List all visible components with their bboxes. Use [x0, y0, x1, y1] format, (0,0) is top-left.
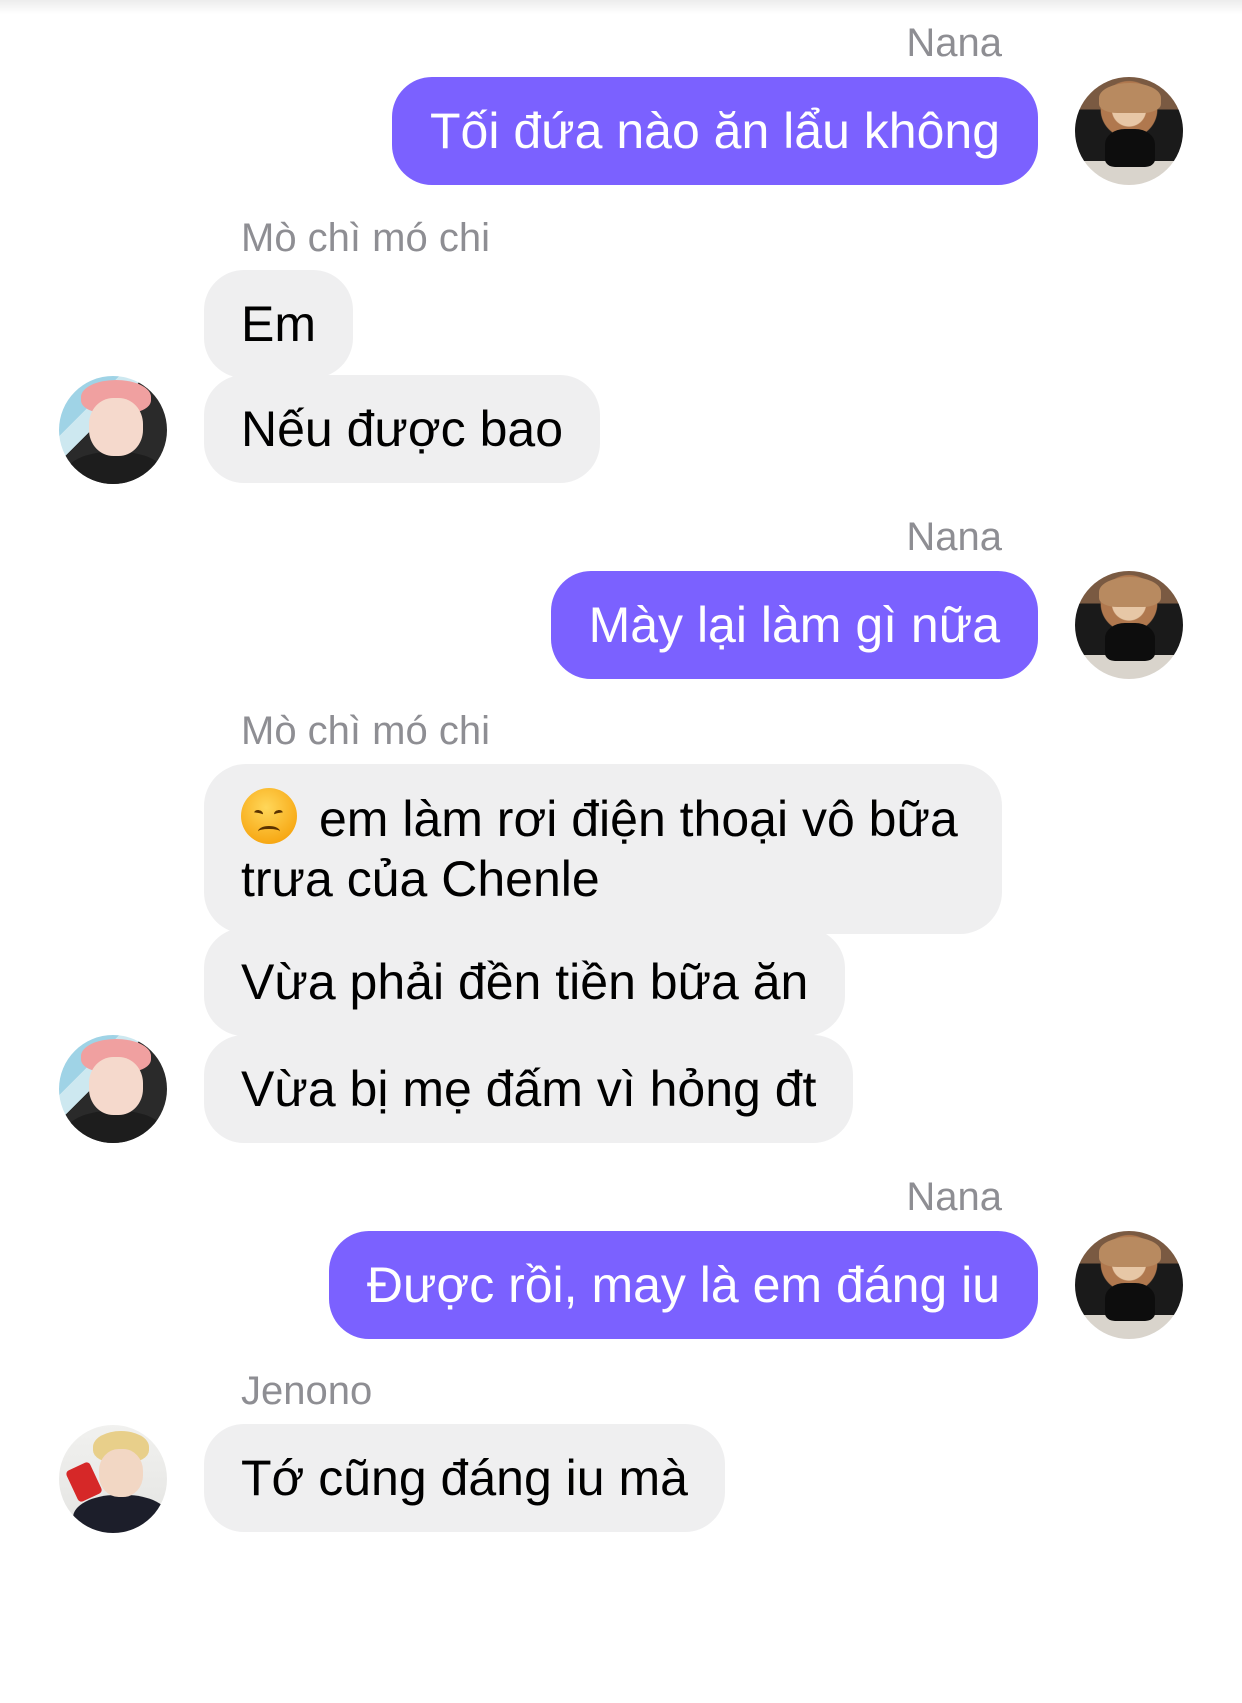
avatar-nana[interactable]	[1075, 1231, 1183, 1339]
sender-name-jenono: Jenono	[241, 1369, 373, 1413]
avatar-body	[65, 1111, 165, 1143]
message-bubble-incoming[interactable]: Vừa phải đền tiền bữa ăn	[204, 928, 846, 1036]
message-bubble-incoming[interactable]: Em	[204, 270, 353, 378]
avatar-hair	[1099, 83, 1161, 113]
avatar-body	[73, 1495, 167, 1533]
top-edge-shade	[0, 0, 1242, 14]
message-bubble-incoming[interactable]: Nếu được bao	[204, 375, 600, 483]
avatar-nana[interactable]	[1075, 571, 1183, 679]
message-bubble-outgoing[interactable]: Tối đứa nào ăn lẩu không	[392, 77, 1038, 185]
avatar-face	[89, 1057, 143, 1115]
sender-name-mo-chi-mo-chi: Mò chì mó chi	[241, 709, 490, 753]
avatar-mask	[1105, 623, 1155, 661]
avatar-body	[65, 452, 165, 484]
message-bubble-outgoing[interactable]: Được rồi, may là em đáng iu	[328, 1231, 1038, 1339]
message-bubble-incoming[interactable]: em làm rơi điện thoại vô bữa trưa của Ch…	[204, 764, 1002, 934]
avatar-mask	[1105, 129, 1155, 167]
message-text: em làm rơi điện thoại vô bữa trưa của Ch…	[241, 791, 958, 907]
message-bubble-incoming[interactable]: Tớ cũng đáng iu mà	[204, 1424, 725, 1532]
message-bubble-incoming[interactable]: Vừa bị mẹ đấm vì hỏng đt	[204, 1035, 854, 1143]
avatar-mo-chi-mo-chi[interactable]	[59, 376, 167, 484]
sender-name-mo-chi-mo-chi: Mò chì mó chi	[241, 216, 490, 260]
message-bubble-outgoing[interactable]: Mày lại làm gì nữa	[550, 571, 1038, 679]
disappointed-face-icon	[241, 788, 297, 844]
avatar-face	[99, 1449, 143, 1497]
sender-name-nana: Nana	[906, 1175, 1002, 1219]
avatar-hair	[1099, 577, 1161, 607]
avatar-mask	[1105, 1283, 1155, 1321]
sender-name-nana: Nana	[906, 515, 1002, 559]
avatar-jenono[interactable]	[59, 1425, 167, 1533]
avatar-hair	[1099, 1237, 1161, 1267]
avatar-face	[89, 398, 143, 456]
avatar-nana[interactable]	[1075, 77, 1183, 185]
sender-name-nana: Nana	[906, 21, 1002, 65]
avatar-mo-chi-mo-chi[interactable]	[59, 1035, 167, 1143]
